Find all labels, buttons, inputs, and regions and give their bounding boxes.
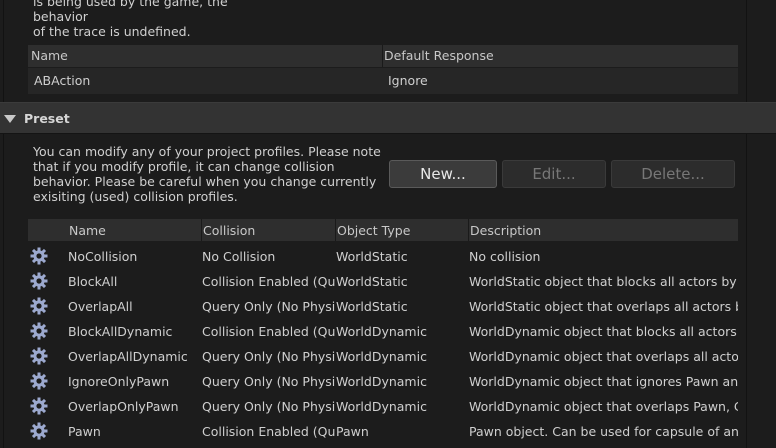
profile-name: NoCollision — [68, 249, 138, 264]
gear-icon[interactable] — [30, 422, 48, 440]
gear-icon[interactable] — [30, 322, 48, 340]
profile-name: OverlapAllDynamic — [68, 349, 188, 364]
collapse-triangle-icon[interactable] — [4, 115, 16, 123]
gear-icon[interactable] — [30, 272, 48, 290]
profile-description: WorldDynamic object that overlaps all ac… — [469, 349, 738, 364]
column-name[interactable]: Name — [69, 223, 106, 238]
profile-collision: Collision Enabled (Query — [202, 324, 335, 339]
profile-object-type: WorldDynamic — [336, 374, 427, 389]
edit-profile-button[interactable]: Edit... — [502, 160, 606, 188]
profile-collision: Collision Enabled (Query — [202, 274, 335, 289]
profile-name: BlockAllDynamic — [68, 324, 173, 339]
profile-name: IgnoreOnlyPawn — [68, 374, 170, 389]
profiles-list: NoCollision No Collision WorldStatic No col… — [28, 244, 738, 444]
profile-description: WorldDynamic object that ignores Pawn an… — [469, 374, 738, 389]
left-divider — [3, 0, 4, 448]
gear-icon[interactable] — [30, 397, 48, 415]
profile-object-type: WorldStatic — [336, 274, 408, 289]
gear-icon[interactable] — [30, 247, 48, 265]
right-divider — [746, 0, 747, 448]
channel-row[interactable]: ABAction Ignore — [28, 68, 738, 94]
section-title: Preset — [24, 111, 70, 126]
channel-name: ABAction — [34, 73, 91, 88]
profile-object-type: Pawn — [336, 424, 369, 439]
column-divider[interactable] — [382, 45, 383, 67]
table-row[interactable]: OverlapOnlyPawn Query Only (No Physics Wor… — [28, 394, 738, 419]
profile-object-type: WorldStatic — [336, 249, 408, 264]
profile-name: OverlapAll — [68, 299, 133, 314]
profile-collision: Query Only (No Physics — [202, 374, 335, 389]
profile-object-type: WorldDynamic — [336, 349, 427, 364]
table-row[interactable]: OverlapAll Query Only (No Physics WorldSta… — [28, 294, 738, 319]
table-row[interactable]: NoCollision No Collision WorldStatic No col… — [28, 244, 738, 269]
profile-description: WorldDynamic object that blocks all acto… — [469, 324, 738, 339]
column-divider[interactable] — [201, 219, 202, 241]
profiles-table-header: Name Collision Object Type Description — [28, 219, 738, 241]
new-profile-button[interactable]: New... — [389, 160, 497, 188]
gear-icon[interactable] — [30, 372, 48, 390]
profile-collision: Query Only (No Physics — [202, 399, 335, 414]
column-default-response[interactable]: Default Response — [384, 48, 494, 63]
column-divider[interactable] — [468, 219, 469, 241]
profile-collision: Query Only (No Physics — [202, 349, 335, 364]
profile-description: No collision — [469, 249, 541, 264]
profile-description: WorldDynamic object that overlaps Pawn, … — [469, 399, 738, 414]
preset-description: You can modify any of your project profi… — [33, 144, 381, 204]
table-row[interactable]: BlockAllCollision Enabled (QueryWorldSta… — [28, 269, 738, 294]
profile-object-type: WorldStatic — [336, 299, 408, 314]
profile-description: WorldStatic object that overlaps all act… — [469, 299, 738, 314]
column-object-type[interactable]: Object Type — [337, 223, 410, 238]
preset-section-header[interactable]: Preset — [0, 102, 776, 134]
profile-name: OverlapOnlyPawn — [68, 399, 179, 414]
channel-table-header: Name Default Response — [28, 45, 738, 67]
channel-response[interactable]: Ignore — [388, 73, 428, 88]
profile-name: BlockAll — [68, 274, 118, 289]
table-row[interactable]: IgnoreOnlyPawn Query Only (No Physics Worl… — [28, 369, 738, 394]
column-description[interactable]: Description — [470, 223, 541, 238]
profile-collision: Query Only (No Physics — [202, 299, 335, 314]
table-row[interactable]: PawnCollision Enabled (QueryPawnPawn obj… — [28, 419, 738, 444]
column-collision[interactable]: Collision — [203, 223, 255, 238]
profile-name: Pawn — [68, 424, 101, 439]
profile-object-type: WorldDynamic — [336, 399, 427, 414]
trace-warning-text: is being used by the game, the behavior … — [33, 0, 228, 39]
profile-description: Pawn object. Can be used for capsule of … — [469, 424, 738, 439]
table-row[interactable]: BlockAllDynamicCollision Enabled (QueryW… — [28, 319, 738, 344]
profile-object-type: WorldDynamic — [336, 324, 427, 339]
profile-collision: No Collision — [202, 249, 276, 264]
delete-profile-button[interactable]: Delete... — [611, 160, 735, 188]
column-name[interactable]: Name — [31, 48, 68, 63]
gear-icon[interactable] — [30, 347, 48, 365]
gear-icon[interactable] — [30, 297, 48, 315]
table-row[interactable]: OverlapAllDynamic Query Only (No Physics W… — [28, 344, 738, 369]
profile-collision: Collision Enabled (Query — [202, 424, 335, 439]
column-divider[interactable] — [335, 219, 336, 241]
profile-description: WorldStatic object that blocks all actor… — [469, 274, 738, 289]
